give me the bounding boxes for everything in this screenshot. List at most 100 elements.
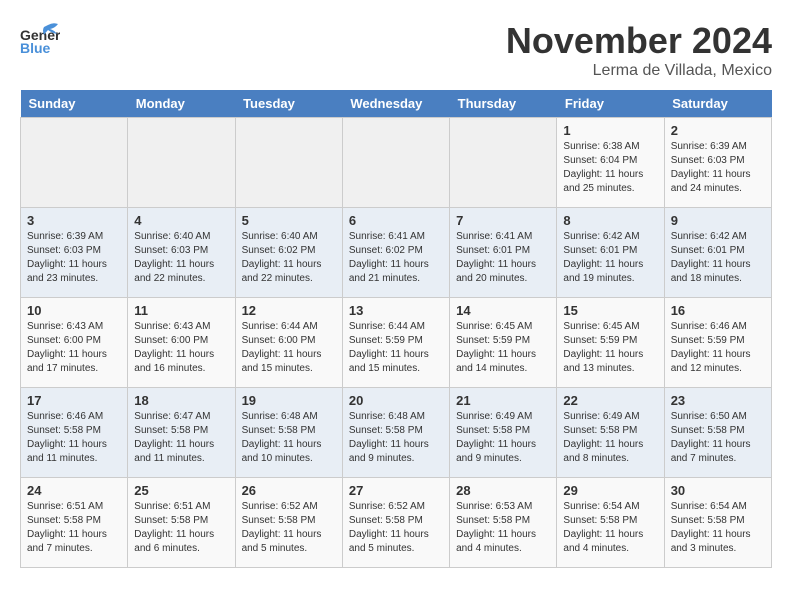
calendar-week-row: 17 Sunrise: 6:46 AM Sunset: 5:58 PM Dayli… — [21, 388, 772, 478]
calendar-cell: 3 Sunrise: 6:39 AM Sunset: 6:03 PM Daylig… — [21, 208, 128, 298]
day-number: 15 — [563, 303, 657, 318]
calendar-cell: 11Sunrise: 6:43 AM Sunset: 6:00 PM Dayli… — [128, 298, 235, 388]
logo: General Blue — [20, 20, 60, 55]
title-section: November 2024 Lerma de Villada, Mexico — [506, 20, 772, 80]
month-title: November 2024 — [506, 20, 772, 62]
day-info: Sunrise: 6:46 AM Sunset: 5:59 PM Dayligh… — [671, 320, 765, 376]
calendar-cell — [128, 118, 235, 208]
day-info: Sunrise: 6:43 AM Sunset: 6:00 PM Dayligh… — [27, 320, 121, 376]
calendar-cell: 26Sunrise: 6:52 AM Sunset: 5:58 PM Dayli… — [235, 478, 342, 568]
day-info: Sunrise: 6:39 AM Sunset: 6:03 PM Dayligh… — [671, 140, 765, 196]
calendar-cell: 10 Sunrise: 6:43 AM Sunset: 6:00 PM Dayli… — [21, 298, 128, 388]
day-info: Sunrise: 6:48 AM Sunset: 5:58 PM Dayligh… — [349, 410, 443, 466]
logo-icon: General Blue — [20, 20, 60, 55]
day-number: 30 — [671, 483, 765, 498]
day-number: 28 — [456, 483, 550, 498]
calendar-cell — [450, 118, 557, 208]
weekday-header: Thursday — [450, 90, 557, 118]
day-number: 20 — [349, 393, 443, 408]
weekday-header: Sunday — [21, 90, 128, 118]
day-number: 1 — [563, 123, 657, 138]
day-info: Sunrise: 6:53 AM Sunset: 5:58 PM Dayligh… — [456, 500, 550, 556]
day-info: Sunrise: 6:45 AM Sunset: 5:59 PM Dayligh… — [456, 320, 550, 376]
svg-text:Blue: Blue — [20, 40, 51, 55]
calendar-cell: 13 Sunrise: 6:44 AM Sunset: 5:59 PM Dayli… — [342, 298, 449, 388]
calendar-week-row: 1 Sunrise: 6:38 AM Sunset: 6:04 PM Daylig… — [21, 118, 772, 208]
day-number: 16 — [671, 303, 765, 318]
day-info: Sunrise: 6:39 AM Sunset: 6:03 PM Dayligh… — [27, 230, 121, 286]
day-number: 8 — [563, 213, 657, 228]
day-info: Sunrise: 6:41 AM Sunset: 6:02 PM Dayligh… — [349, 230, 443, 286]
calendar-week-row: 24 Sunrise: 6:51 AM Sunset: 5:58 PM Dayli… — [21, 478, 772, 568]
day-number: 7 — [456, 213, 550, 228]
weekday-header: Wednesday — [342, 90, 449, 118]
calendar-cell: 2 Sunrise: 6:39 AM Sunset: 6:03 PM Daylig… — [664, 118, 771, 208]
calendar-cell: 6 Sunrise: 6:41 AM Sunset: 6:02 PM Daylig… — [342, 208, 449, 298]
day-info: Sunrise: 6:40 AM Sunset: 6:03 PM Dayligh… — [134, 230, 228, 286]
day-info: Sunrise: 6:46 AM Sunset: 5:58 PM Dayligh… — [27, 410, 121, 466]
calendar-cell: 1 Sunrise: 6:38 AM Sunset: 6:04 PM Daylig… — [557, 118, 664, 208]
day-number: 14 — [456, 303, 550, 318]
day-number: 21 — [456, 393, 550, 408]
day-number: 25 — [134, 483, 228, 498]
calendar-cell: 23 Sunrise: 6:50 AM Sunset: 5:58 PM Dayli… — [664, 388, 771, 478]
day-number: 10 — [27, 303, 121, 318]
day-number: 22 — [563, 393, 657, 408]
day-number: 5 — [242, 213, 336, 228]
calendar-cell: 8 Sunrise: 6:42 AM Sunset: 6:01 PM Daylig… — [557, 208, 664, 298]
day-info: Sunrise: 6:44 AM Sunset: 6:00 PM Dayligh… — [242, 320, 336, 376]
calendar-table: SundayMondayTuesdayWednesdayThursdayFrid… — [20, 90, 772, 568]
calendar-week-row: 10 Sunrise: 6:43 AM Sunset: 6:00 PM Dayli… — [21, 298, 772, 388]
day-info: Sunrise: 6:47 AM Sunset: 5:58 PM Dayligh… — [134, 410, 228, 466]
day-number: 29 — [563, 483, 657, 498]
calendar-cell: 4 Sunrise: 6:40 AM Sunset: 6:03 PM Daylig… — [128, 208, 235, 298]
day-info: Sunrise: 6:51 AM Sunset: 5:58 PM Dayligh… — [27, 500, 121, 556]
day-info: Sunrise: 6:54 AM Sunset: 5:58 PM Dayligh… — [671, 500, 765, 556]
calendar-cell: 17 Sunrise: 6:46 AM Sunset: 5:58 PM Dayli… — [21, 388, 128, 478]
day-info: Sunrise: 6:42 AM Sunset: 6:01 PM Dayligh… — [671, 230, 765, 286]
page-header: General Blue November 2024 Lerma de Vill… — [20, 20, 772, 80]
location-subtitle: Lerma de Villada, Mexico — [506, 62, 772, 80]
calendar-cell: 9 Sunrise: 6:42 AM Sunset: 6:01 PM Daylig… — [664, 208, 771, 298]
calendar-cell: 19Sunrise: 6:48 AM Sunset: 5:58 PM Dayli… — [235, 388, 342, 478]
day-number: 6 — [349, 213, 443, 228]
calendar-cell: 20 Sunrise: 6:48 AM Sunset: 5:58 PM Dayli… — [342, 388, 449, 478]
weekday-header: Friday — [557, 90, 664, 118]
day-number: 12 — [242, 303, 336, 318]
day-number: 24 — [27, 483, 121, 498]
day-info: Sunrise: 6:49 AM Sunset: 5:58 PM Dayligh… — [456, 410, 550, 466]
calendar-cell: 25Sunrise: 6:51 AM Sunset: 5:58 PM Dayli… — [128, 478, 235, 568]
day-info: Sunrise: 6:42 AM Sunset: 6:01 PM Dayligh… — [563, 230, 657, 286]
day-number: 26 — [242, 483, 336, 498]
calendar-cell: 7 Sunrise: 6:41 AM Sunset: 6:01 PM Daylig… — [450, 208, 557, 298]
weekday-header: Monday — [128, 90, 235, 118]
calendar-cell: 12 Sunrise: 6:44 AM Sunset: 6:00 PM Dayli… — [235, 298, 342, 388]
day-number: 27 — [349, 483, 443, 498]
calendar-cell: 27 Sunrise: 6:52 AM Sunset: 5:58 PM Dayli… — [342, 478, 449, 568]
day-info: Sunrise: 6:49 AM Sunset: 5:58 PM Dayligh… — [563, 410, 657, 466]
day-info: Sunrise: 6:38 AM Sunset: 6:04 PM Dayligh… — [563, 140, 657, 196]
calendar-cell: 18Sunrise: 6:47 AM Sunset: 5:58 PM Dayli… — [128, 388, 235, 478]
day-number: 19 — [242, 393, 336, 408]
calendar-cell: 21 Sunrise: 6:49 AM Sunset: 5:58 PM Dayli… — [450, 388, 557, 478]
day-number: 2 — [671, 123, 765, 138]
day-number: 13 — [349, 303, 443, 318]
day-info: Sunrise: 6:52 AM Sunset: 5:58 PM Dayligh… — [349, 500, 443, 556]
calendar-cell — [342, 118, 449, 208]
calendar-cell: 14 Sunrise: 6:45 AM Sunset: 5:59 PM Dayli… — [450, 298, 557, 388]
day-info: Sunrise: 6:50 AM Sunset: 5:58 PM Dayligh… — [671, 410, 765, 466]
day-info: Sunrise: 6:54 AM Sunset: 5:58 PM Dayligh… — [563, 500, 657, 556]
day-number: 4 — [134, 213, 228, 228]
day-info: Sunrise: 6:44 AM Sunset: 5:59 PM Dayligh… — [349, 320, 443, 376]
calendar-cell: 22 Sunrise: 6:49 AM Sunset: 5:58 PM Dayli… — [557, 388, 664, 478]
day-number: 3 — [27, 213, 121, 228]
day-info: Sunrise: 6:41 AM Sunset: 6:01 PM Dayligh… — [456, 230, 550, 286]
day-info: Sunrise: 6:43 AM Sunset: 6:00 PM Dayligh… — [134, 320, 228, 376]
calendar-cell: 28 Sunrise: 6:53 AM Sunset: 5:58 PM Dayli… — [450, 478, 557, 568]
day-number: 17 — [27, 393, 121, 408]
day-number: 9 — [671, 213, 765, 228]
weekday-header: Tuesday — [235, 90, 342, 118]
weekday-header: Saturday — [664, 90, 771, 118]
day-number: 23 — [671, 393, 765, 408]
calendar-cell — [235, 118, 342, 208]
